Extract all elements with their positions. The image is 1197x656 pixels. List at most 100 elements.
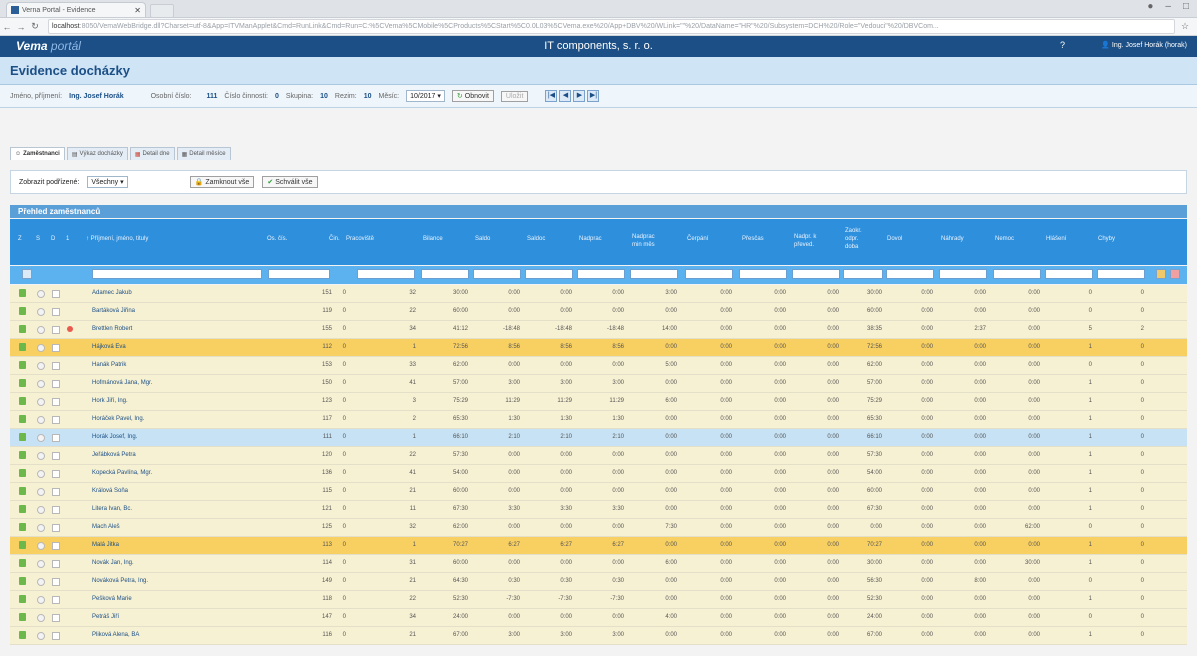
employee-name-link[interactable]: Králová Soňa xyxy=(92,488,128,494)
table-row[interactable]: Králová Soňa 115 0 21 60:00 0:00 0:00 0:00 0:00 0… xyxy=(10,483,1187,501)
table-row[interactable]: Horák Josef, Ing. 111 0 1 66:10 2:10 2:10 2:10 0… xyxy=(10,429,1187,447)
row-checkbox[interactable] xyxy=(52,416,60,424)
unlock-icon[interactable] xyxy=(19,397,26,405)
employee-name-link[interactable]: Pliková Alena, BA xyxy=(92,632,139,638)
col-overtime-work[interactable]: Nadprac xyxy=(579,235,602,243)
filter-compensation-input[interactable] xyxy=(939,269,987,279)
unlock-icon[interactable] xyxy=(19,559,26,567)
table-row[interactable]: Horáček Pavel, Ing. 117 0 2 65:30 1:30 1:30 1:3… xyxy=(10,411,1187,429)
table-row[interactable]: Petráš Jiří 147 0 34 24:00 0:00 0:00 0:00 4:00 0:… xyxy=(10,609,1187,627)
bookmark-star-icon[interactable]: ☆ xyxy=(1181,21,1197,32)
row-checkbox[interactable] xyxy=(52,524,60,532)
col-errors[interactable]: Chyby xyxy=(1098,235,1115,243)
row-checkbox[interactable] xyxy=(52,632,60,640)
filter-reports-input[interactable] xyxy=(1045,269,1093,279)
employee-name-link[interactable]: Malá Jitka xyxy=(92,542,119,548)
status-radio[interactable] xyxy=(37,398,45,406)
employee-name-link[interactable]: Kopecká Pavlína, Mgr. xyxy=(92,470,152,476)
employee-name-link[interactable]: Jeřábková Petra xyxy=(92,452,136,458)
row-checkbox[interactable] xyxy=(52,290,60,298)
unlock-icon[interactable] xyxy=(19,379,26,387)
filter-overtime2-input[interactable] xyxy=(739,269,787,279)
unlock-icon[interactable] xyxy=(19,577,26,585)
forward-icon[interactable]: → xyxy=(14,22,28,32)
unlock-icon[interactable] xyxy=(19,469,26,477)
employee-name-link[interactable]: Litera Ivan, Bc. xyxy=(92,506,132,512)
profile-icon[interactable]: ● xyxy=(1147,1,1153,12)
col-compensation[interactable]: Náhrady xyxy=(941,235,964,243)
col-d[interactable]: D xyxy=(51,235,55,243)
table-row[interactable]: Bartáková Jiřina 119 0 22 60:00 0:00 0:00 0:00 0… xyxy=(10,303,1187,321)
status-radio[interactable] xyxy=(37,560,45,568)
filter-saldoc-input[interactable] xyxy=(525,269,573,279)
unlock-icon[interactable] xyxy=(19,631,26,639)
status-radio[interactable] xyxy=(37,308,45,316)
row-checkbox[interactable] xyxy=(52,326,60,334)
filter-balance-input[interactable] xyxy=(421,269,469,279)
filter-transfer-input[interactable] xyxy=(792,269,840,279)
employee-name-link[interactable]: Bartáková Jiřina xyxy=(92,308,135,314)
table-row[interactable]: Kopecká Pavlína, Mgr. 136 0 41 54:00 0:00 0:00… xyxy=(10,465,1187,483)
table-row[interactable]: Mach Aleš 125 0 32 62:00 0:00 0:00 0:00 7:30 0:00… xyxy=(10,519,1187,537)
employee-name-link[interactable]: Hanák Patrik xyxy=(92,362,126,368)
unlock-icon[interactable] xyxy=(19,487,26,495)
row-checkbox[interactable] xyxy=(52,542,60,550)
filter-clear-icon[interactable] xyxy=(1170,269,1180,279)
row-checkbox[interactable] xyxy=(52,308,60,316)
unlock-icon[interactable] xyxy=(19,325,26,333)
unlock-icon[interactable] xyxy=(19,433,26,441)
table-row[interactable]: Litera Ivan, Bc. 121 0 11 67:30 3:30 3:30 3:30 0… xyxy=(10,501,1187,519)
col-rounded-time[interactable]: Zaokr. odpr. doba xyxy=(845,227,862,251)
unlock-icon[interactable] xyxy=(19,289,26,297)
table-row[interactable]: Pešková Marie 118 0 22 52:30 -7:30 -7:30 -7:30 0… xyxy=(10,591,1187,609)
browser-tab[interactable]: Verna Portal - Evidence ✕ xyxy=(6,2,146,17)
col-overtime-transfer[interactable]: Nadpr. k převed. xyxy=(794,233,816,249)
row-checkbox[interactable] xyxy=(52,578,60,586)
table-row[interactable]: Nováková Petra, Ing. 149 0 21 64:30 0:30 0:30 0… xyxy=(10,573,1187,591)
table-row[interactable]: Brettlen Robert 155 0 34 41:12 -18:48 -18:48 -1… xyxy=(10,321,1187,339)
tab-day-detail[interactable]: ▦ Detail dne xyxy=(129,147,175,160)
employee-name-link[interactable]: Horák Josef, Ing. xyxy=(92,434,137,440)
last-page-icon[interactable]: ▶| xyxy=(587,90,600,102)
table-row[interactable]: Novák Jan, Ing. 114 0 31 60:00 0:00 0:00 0:00 6:… xyxy=(10,555,1187,573)
new-tab-button[interactable] xyxy=(150,4,174,18)
row-checkbox[interactable] xyxy=(52,470,60,478)
status-radio[interactable] xyxy=(37,488,45,496)
maximize-icon[interactable]: □ xyxy=(1183,1,1189,12)
close-tab-icon[interactable]: ✕ xyxy=(134,6,141,15)
status-radio[interactable] xyxy=(37,362,45,370)
table-row[interactable]: Adamec Jakub 151 0 32 30:00 0:00 0:00 0:00 3:00 0… xyxy=(10,285,1187,303)
subordinates-select[interactable]: Všechny ▾ xyxy=(87,176,128,188)
filter-overtime-input[interactable] xyxy=(577,269,625,279)
employee-name-link[interactable]: Nováková Petra, Ing. xyxy=(92,578,148,584)
table-row[interactable]: Hork Jiří, Ing. 123 0 3 75:29 11:29 11:29 11:29… xyxy=(10,393,1187,411)
status-radio[interactable] xyxy=(37,434,45,442)
help-icon[interactable]: ? xyxy=(1060,40,1065,50)
employee-name-link[interactable]: Pešková Marie xyxy=(92,596,132,602)
status-radio[interactable] xyxy=(37,290,45,298)
col-drawdown[interactable]: Čerpání xyxy=(687,235,708,243)
row-checkbox[interactable] xyxy=(52,344,60,352)
employee-name-link[interactable]: Mach Aleš xyxy=(92,524,120,530)
approve-all-button[interactable]: ✔ Schválit vše xyxy=(262,176,318,188)
filter-workplace-input[interactable] xyxy=(357,269,415,279)
status-radio[interactable] xyxy=(37,326,45,334)
status-radio[interactable] xyxy=(37,578,45,586)
col-name[interactable]: ↑ Příjmení, jméno, tituly xyxy=(86,235,148,243)
unlock-icon[interactable] xyxy=(19,451,26,459)
unlock-icon[interactable] xyxy=(19,361,26,369)
reload-icon[interactable]: ↻ xyxy=(28,21,42,32)
table-row[interactable]: Hanák Patrik 153 0 33 62:00 0:00 0:00 0:00 5:00 0… xyxy=(10,357,1187,375)
status-radio[interactable] xyxy=(37,452,45,460)
status-radio[interactable] xyxy=(37,380,45,388)
table-row[interactable]: Hájková Eva 112 0 1 72:56 8:56 8:56 8:56 0:00 0:0… xyxy=(10,339,1187,357)
prev-page-icon[interactable]: ◀ xyxy=(559,90,572,102)
employee-name-link[interactable]: Hofmánová Jana, Mgr. xyxy=(92,380,152,386)
tab-month-detail[interactable]: ▦ Detail měsíce xyxy=(176,147,231,160)
col-vacation[interactable]: Dovol xyxy=(887,235,902,243)
filter-apply-icon[interactable] xyxy=(1156,269,1166,279)
row-checkbox[interactable] xyxy=(52,398,60,406)
col-sickness[interactable]: Nemoc xyxy=(995,235,1014,243)
filter-personal-number-input[interactable] xyxy=(268,269,330,279)
tab-attendance-report[interactable]: ▤ Výkaz docházky xyxy=(66,147,128,160)
